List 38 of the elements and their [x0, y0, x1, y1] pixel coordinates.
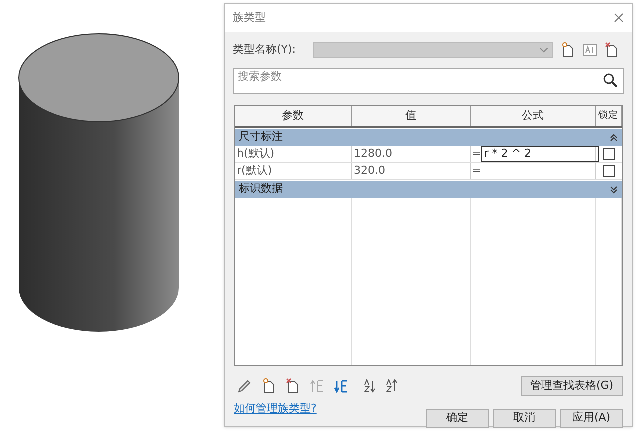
dialog-button[interactable]: 确定: [426, 408, 489, 428]
new-type-icon[interactable]: [262, 378, 276, 394]
equals-sign: =: [472, 146, 482, 162]
column-header: 值: [352, 106, 471, 126]
search-icon[interactable]: [603, 73, 619, 89]
new-type-icon[interactable]: [561, 42, 575, 58]
group-header[interactable]: 标识数据: [235, 181, 622, 198]
lock-checkbox[interactable]: [603, 148, 615, 160]
sort-descending-icon[interactable]: [386, 379, 398, 393]
table-cell: h(默认): [235, 146, 352, 162]
help-link[interactable]: 如何管理族类型?: [234, 400, 317, 418]
table-cell: r(默认): [235, 163, 352, 179]
close-icon[interactable]: [614, 13, 624, 23]
type-name-label: 类型名称(Y):: [233, 42, 298, 58]
dialog-button[interactable]: 取消: [493, 408, 556, 428]
column-header: 锁定: [596, 106, 622, 126]
group-header[interactable]: 尺寸标注: [235, 129, 622, 146]
table-cell: 1280.0: [352, 146, 471, 162]
delete-type-icon[interactable]: [286, 378, 300, 394]
column-header: 参数: [235, 106, 352, 126]
formula-field[interactable]: r * 2 ^ 2: [481, 146, 600, 162]
table-cell: 320.0: [352, 163, 471, 179]
caret-icon: [540, 48, 548, 52]
column-header: 公式: [471, 106, 596, 126]
sort-ascending-icon[interactable]: [364, 379, 376, 393]
equals-sign: =: [472, 162, 482, 179]
group-name: 尺寸标注: [239, 129, 283, 146]
expand-icon[interactable]: [610, 186, 618, 194]
window-title: 族类型: [233, 10, 266, 26]
delete-type-icon[interactable]: [605, 42, 619, 58]
move-down-icon[interactable]: [334, 380, 348, 392]
pencil-icon[interactable]: [238, 379, 252, 393]
lock-checkbox[interactable]: [603, 165, 615, 177]
rename-icon[interactable]: [583, 44, 597, 56]
lookup-tables-button[interactable]: 管理查找表格(G): [521, 376, 623, 396]
group-name: 标识数据: [239, 181, 283, 198]
collapse-icon[interactable]: [610, 134, 618, 142]
dialog-button[interactable]: 应用(A): [560, 408, 623, 428]
